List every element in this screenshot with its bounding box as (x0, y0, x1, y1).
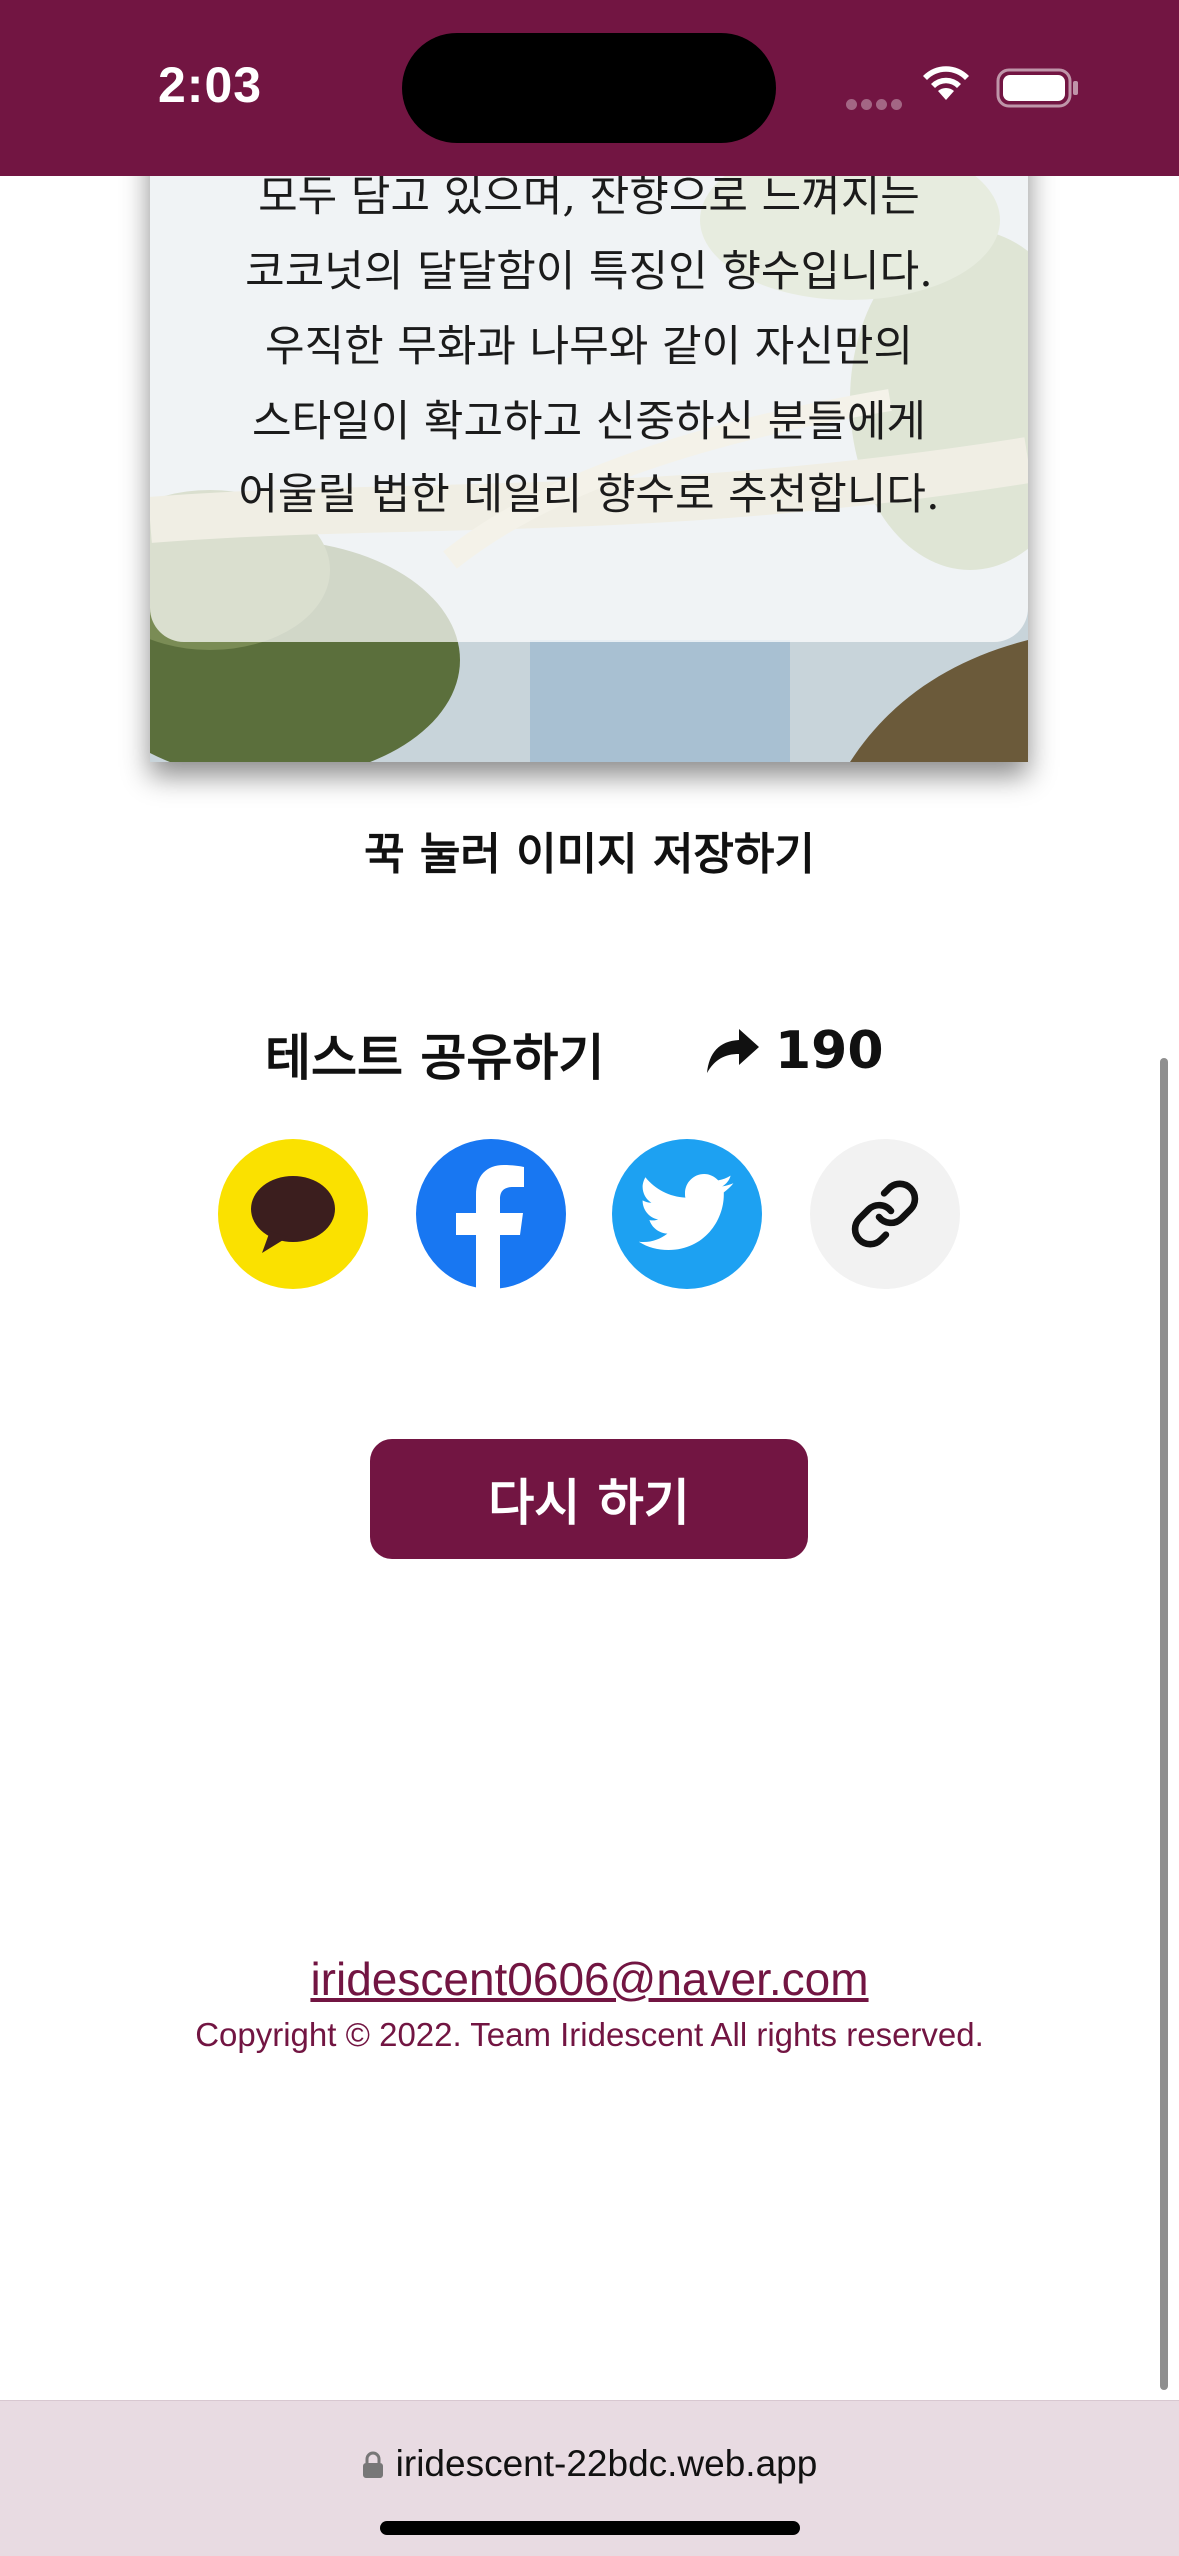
kakao-share-button[interactable] (218, 1139, 368, 1289)
status-time: 2:03 (158, 57, 263, 113)
facebook-icon (456, 1165, 524, 1289)
browser-url-bar[interactable]: iridescent-22bdc.web.app (0, 2400, 1179, 2556)
kakao-talk-icon (251, 1176, 335, 1253)
status-bar: 2:03 (0, 0, 1179, 176)
page: 2:03 모두 담고 있으며, 잔향으로 느껴지는 코코넛의 달달함이 특징인 … (0, 0, 1179, 2556)
url-display[interactable]: iridescent-22bdc.web.app (0, 2443, 1179, 2488)
facebook-share-button[interactable] (416, 1139, 566, 1289)
home-indicator (380, 2521, 800, 2535)
lock-icon (362, 2446, 384, 2488)
link-icon (851, 1180, 919, 1248)
scrollbar[interactable] (1160, 1058, 1168, 2390)
copy-link-button[interactable] (810, 1139, 960, 1289)
twitter-share-button[interactable] (612, 1139, 762, 1289)
description-line: 스타일이 확고하고 신중하신 분들에게 (252, 397, 926, 447)
description-line: 우직한 무화과 나무와 같이 자신만의 (264, 322, 914, 372)
retry-button[interactable]: 다시 하기 (370, 1439, 808, 1559)
cellular-signal-icon (846, 95, 906, 114)
share-count: 190 (705, 1016, 884, 1086)
description-line: 어울릴 법한 데일리 향수로 추천합니다. (238, 470, 940, 520)
url-text: iridescent-22bdc.web.app (395, 2443, 818, 2484)
contact-email-link[interactable]: iridescent0606@naver.com (0, 1952, 1179, 2006)
share-arrow-icon (707, 1029, 759, 1073)
description-line: 코코넛의 달달함이 특징인 향수입니다. (245, 247, 933, 297)
save-image-hint: 꾹 눌러 이미지 저장하기 (364, 829, 815, 880)
share-title: 테스트 공유하기 (265, 1029, 605, 1087)
share-count-value: 190 (775, 1021, 884, 1081)
twitter-icon (639, 1174, 734, 1250)
result-image-card[interactable]: 모두 담고 있으며, 잔향으로 느껴지는 코코넛의 달달함이 특징인 향수입니다… (150, 100, 1028, 762)
copyright-text: Copyright © 2022. Team Iridescent All ri… (195, 2016, 984, 2053)
dynamic-island (402, 33, 776, 143)
battery-icon (996, 68, 1080, 112)
wifi-icon (920, 62, 972, 106)
